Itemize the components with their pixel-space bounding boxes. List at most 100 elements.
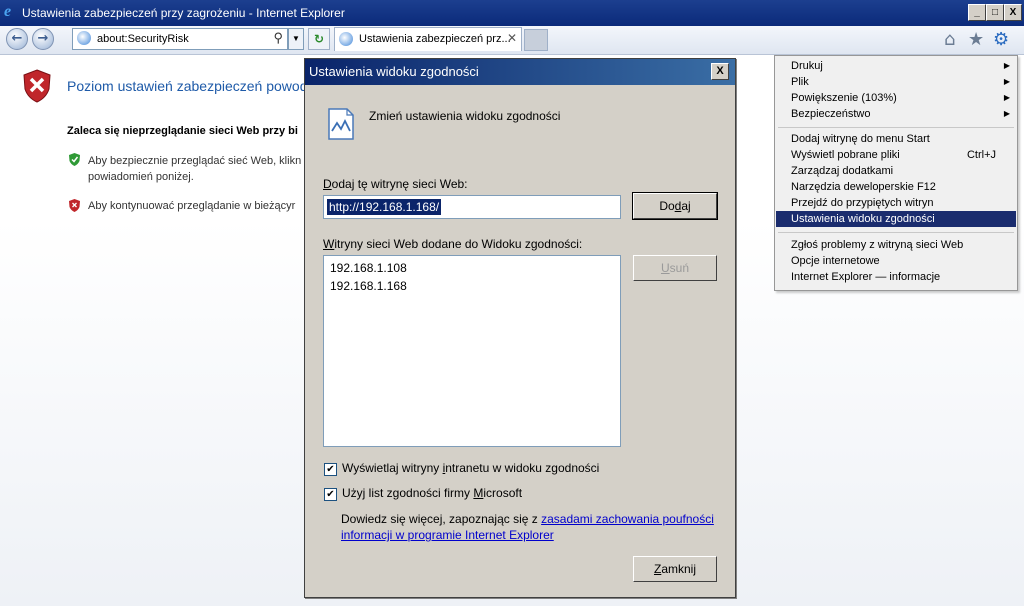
address-bar[interactable]: about:SecurityRisk ⚲	[72, 28, 288, 50]
tab-page-icon	[339, 32, 353, 46]
refresh-button[interactable]: ↻	[308, 28, 330, 50]
favorites-star-icon[interactable]: ★	[968, 29, 984, 50]
window-title: Ustawienia zabezpieczeń przy zagrożeniu …	[22, 6, 345, 20]
tab-security-settings[interactable]: Ustawienia zabezpieczeń prz... ✕	[334, 27, 522, 51]
remove-button-accel: U	[660, 261, 670, 275]
menu-item-downloads[interactable]: Wyświetl pobrane pliki Ctrl+J	[776, 147, 1016, 163]
menu-item-label: Drukuj	[791, 60, 823, 72]
intranet-label-b: ntranetu w widoku zgodności	[445, 461, 600, 475]
menu-item-label: Plik	[791, 76, 809, 88]
menu-item-label: Zgłoś problemy z witryną sieci Web	[791, 239, 964, 251]
add-button-text-a: Do	[659, 199, 675, 213]
menu-item-file[interactable]: Plik ▶	[776, 74, 1016, 90]
menu-item-compatibility-view[interactable]: Ustawienia widoku zgodności	[776, 211, 1016, 227]
submenu-arrow-icon: ▶	[1003, 77, 1010, 86]
learn-more-prefix: Dowiedz się więcej, zapoznając się z	[341, 512, 542, 526]
tab-close-icon[interactable]: ✕	[507, 31, 517, 45]
menu-item-zoom[interactable]: Powiększenie (103%) ▶	[776, 90, 1016, 106]
added-sites-label-accel: W	[323, 237, 335, 251]
continue-option[interactable]: Aby kontynuować przeglądanie w bieżącyr	[88, 200, 295, 212]
page-heading: Poziom ustawień zabezpieczeń powod	[67, 78, 308, 94]
menu-item-label: Dodaj witrynę do menu Start	[791, 133, 930, 145]
menu-item-label: Narzędzia deweloperskie F12	[791, 181, 936, 193]
dialog-heading: Zmień ustawienia widoku zgodności	[369, 109, 561, 123]
menu-item-about[interactable]: Internet Explorer — informacje	[776, 269, 1016, 285]
green-shield-icon	[69, 153, 80, 166]
menu-item-label: Przejdź do przypiętych witryn	[791, 197, 934, 209]
menu-item-label: Ustawienia widoku zgodności	[791, 213, 935, 225]
remove-button-text: suń	[669, 261, 690, 275]
menu-item-shortcut: Ctrl+J	[966, 149, 996, 161]
microsoft-lists-checkbox[interactable]: ✔	[324, 488, 337, 501]
home-icon[interactable]: ⌂	[944, 29, 955, 50]
forward-button[interactable]: →	[32, 28, 54, 50]
added-sites-label-text: itryny sieci Web dodane do Widoku zgodno…	[334, 237, 583, 251]
window-title-bar: e Ustawienia zabezpieczeń przy zagrożeni…	[0, 0, 1024, 26]
submenu-arrow-icon: ▶	[1003, 61, 1010, 70]
minimize-button[interactable]: _	[968, 4, 986, 21]
page-icon	[77, 31, 91, 45]
new-tab-button[interactable]	[524, 29, 548, 51]
menu-item-label: Opcje internetowe	[791, 255, 880, 267]
compatibility-view-dialog: Ustawienia widoku zgodności X Zmień usta…	[304, 58, 736, 598]
menu-item-print[interactable]: Drukuj ▶	[776, 58, 1016, 74]
microsoft-label-accel: M	[473, 486, 484, 500]
site-url-input[interactable]: http://192.168.1.168/	[323, 195, 621, 219]
menu-item-label: Zarządzaj dodatkami	[791, 165, 894, 177]
menu-item-internet-options[interactable]: Opcje internetowe	[776, 253, 1016, 269]
safe-browse-option[interactable]: Aby bezpiecznie przeglądać sieć Web, kli…	[88, 153, 308, 185]
menu-item-label: Bezpieczeństwo	[791, 108, 871, 120]
tools-menu: Drukuj ▶ Plik ▶ Powiększenie (103%) ▶ Bezpi…	[774, 55, 1018, 291]
menu-separator	[778, 127, 1014, 128]
menu-item-safety[interactable]: Bezpieczeństwo ▶	[776, 106, 1016, 122]
intranet-checkbox[interactable]: ✔	[324, 463, 337, 476]
search-icon[interactable]: ⚲	[273, 30, 283, 46]
intranet-checkbox-label[interactable]: Wyświetlaj witryny intranetu w widoku zg…	[342, 461, 599, 475]
menu-item-label: Powiększenie (103%)	[791, 92, 897, 104]
gear-icon[interactable]: ⚙	[993, 29, 1009, 50]
menu-item-pinned-sites[interactable]: Przejdź do przypiętych witryn	[776, 195, 1016, 211]
red-shield-icon	[23, 69, 51, 103]
add-button-text-b: aj	[681, 199, 691, 213]
dialog-close-button[interactable]: X	[711, 63, 729, 80]
add-site-label-text: odaj tę witrynę sieci Web:	[331, 177, 468, 191]
close-button[interactable]: Zamknij	[633, 556, 717, 582]
back-button[interactable]: ←	[6, 28, 28, 50]
menu-item-label: Internet Explorer — informacje	[791, 271, 941, 283]
menu-item-dev-tools[interactable]: Narzędzia deweloperskie F12	[776, 179, 1016, 195]
list-item[interactable]: 192.168.1.168	[330, 279, 407, 293]
microsoft-label-b: icrosoft	[483, 486, 523, 500]
menu-item-label: Wyświetl pobrane pliki	[791, 149, 900, 161]
add-button[interactable]: Dodaj	[632, 192, 718, 220]
menu-separator	[778, 232, 1014, 233]
address-url[interactable]: about:SecurityRisk	[97, 33, 189, 45]
menu-item-add-to-start[interactable]: Dodaj witrynę do menu Start	[776, 131, 1016, 147]
menu-item-manage-addons[interactable]: Zarządzaj dodatkami	[776, 163, 1016, 179]
submenu-arrow-icon: ▶	[1003, 93, 1010, 102]
dialog-title: Ustawienia widoku zgodności	[309, 64, 479, 79]
microsoft-label-a: Użyj list zgodności firmy	[342, 486, 474, 500]
maximize-button[interactable]: □	[986, 4, 1004, 21]
address-dropdown-button[interactable]: ▼	[288, 28, 304, 50]
internet-explorer-icon: e	[4, 3, 12, 20]
added-sites-label: Witryny sieci Web dodane do Widoku zgodn…	[323, 237, 582, 251]
add-site-label-accel: D	[323, 177, 332, 191]
dialog-title-bar: Ustawienia widoku zgodności X	[305, 59, 735, 85]
compatibility-page-icon	[328, 108, 354, 140]
close-window-button[interactable]: X	[1004, 4, 1022, 21]
browser-toolbar: ← → about:SecurityRisk ⚲ ▼ ↻ Ustawienia …	[0, 26, 1024, 55]
intranet-label-a: Wyświetlaj witryny	[342, 461, 443, 475]
close-button-text: amknij	[661, 562, 697, 576]
add-site-label: Dodaj tę witrynę sieci Web:	[323, 177, 468, 191]
recommendation-text: Zaleca się nieprzeglądanie sieci Web prz…	[67, 125, 298, 137]
added-sites-list[interactable]: 192.168.1.108 192.168.1.168	[323, 255, 621, 447]
remove-button[interactable]: Usuń	[633, 255, 717, 281]
menu-item-report-problems[interactable]: Zgłoś problemy z witryną sieci Web	[776, 237, 1016, 253]
submenu-arrow-icon: ▶	[1003, 109, 1010, 118]
microsoft-lists-checkbox-label[interactable]: Użyj list zgodności firmy Microsoft	[342, 486, 522, 500]
list-item[interactable]: 192.168.1.108	[330, 261, 407, 275]
red-shield-small-icon	[69, 199, 80, 212]
site-url-value[interactable]: http://192.168.1.168/	[327, 199, 442, 215]
tab-label: Ustawienia zabezpieczeń prz...	[359, 33, 511, 45]
learn-more-text: Dowiedz się więcej, zapoznając się z zas…	[341, 511, 731, 543]
